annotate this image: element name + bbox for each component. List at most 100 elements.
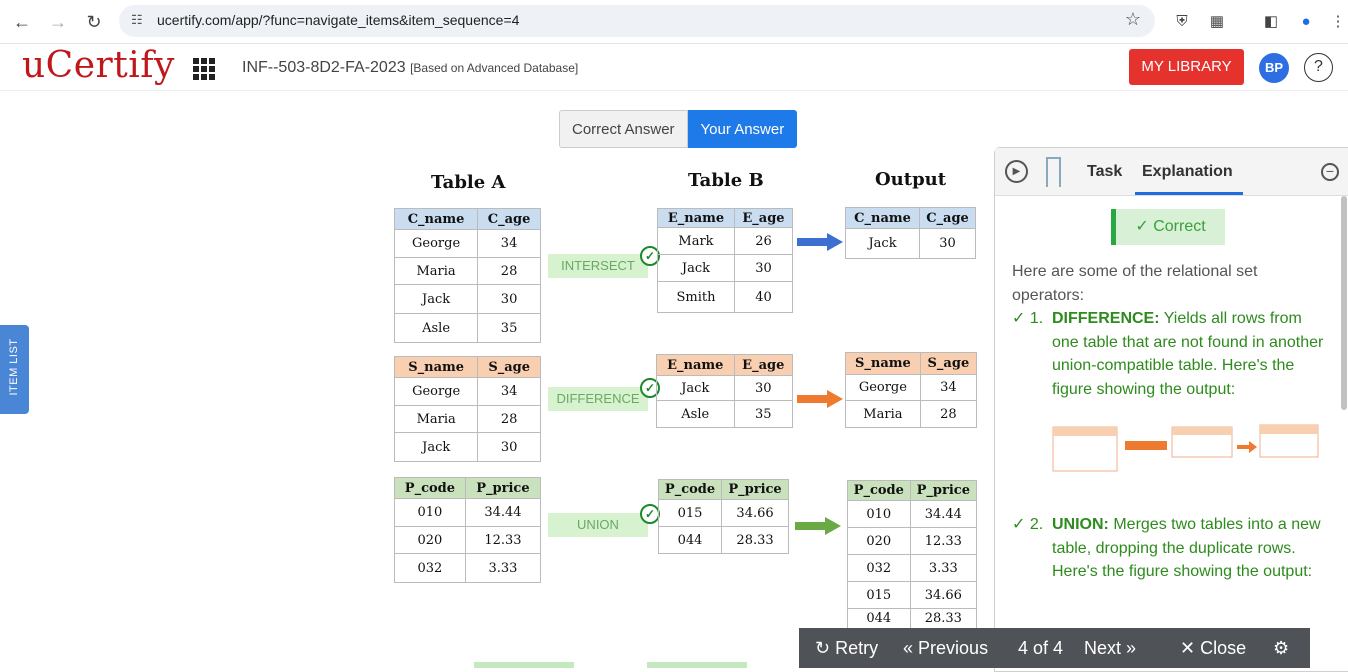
cell: 28.33 [721,526,789,554]
cell: 3.33 [909,554,978,582]
my-library-button[interactable]: MY LIBRARY [1129,49,1244,85]
header-cell: E_name [656,354,735,376]
browser-toolbar: ← → ↻ ☷ ucertify.com/app/?func=navigate_… [0,0,1348,44]
table-a-title: Table A [431,172,506,193]
tab-task[interactable]: Task [1087,163,1122,181]
cell: 26 [733,227,794,255]
header-cell: E_age [733,208,794,228]
cell: Maria [393,405,479,433]
cell: 30 [733,375,794,401]
play-icon[interactable]: ▶ [1005,160,1028,183]
cell: 35 [477,313,541,343]
shield-extension-icon[interactable]: ⛨ [1170,10,1194,34]
header-cell: P_code [847,480,911,501]
arrow-right-icon [795,517,841,535]
header-cell: P_price [909,480,978,501]
difference-table-b: E_name E_age Jack 30 Asle 35 [656,354,794,428]
avatar[interactable]: BP [1259,53,1289,83]
back-icon[interactable]: ← [8,8,36,36]
cell: 28.33 [909,608,978,629]
tab-explanation[interactable]: Explanation [1142,163,1233,181]
close-button[interactable]: ✕ Close [1180,638,1246,659]
next-label: Next [1084,638,1122,658]
cell: Maria [845,400,921,428]
cell: 34.44 [464,498,542,527]
site-settings-icon[interactable]: ☷ [131,12,143,28]
cell: 34 [919,374,978,401]
next-button[interactable]: Next » [1084,638,1136,659]
header-cell: P_code [657,479,723,500]
cell: 34.66 [909,581,978,609]
union-table-b: P_code P_price 015 34.66 044 28.33 [657,479,789,554]
cell: 30 [733,254,794,282]
cell: Mark [657,227,735,255]
header-cell: E_name [657,208,735,228]
header-cell: S_age [477,356,541,378]
cell: 12.33 [464,526,542,554]
extensions-icon[interactable]: ▦ [1205,10,1229,34]
cell: 032 [394,553,466,583]
cell: 12.33 [909,527,978,555]
cell: 30 [477,284,541,314]
bookmark-star-icon[interactable]: ☆ [1125,9,1141,30]
profile-icon[interactable]: ● [1294,10,1318,34]
minimize-icon[interactable]: − [1321,163,1339,181]
panel-scrollbar[interactable] [1341,196,1347,410]
apps-grid-icon[interactable] [193,58,215,80]
cell: 3.33 [464,553,542,583]
intersect-operator[interactable]: INTERSECT [548,254,648,278]
header-cell: C_age [477,208,541,230]
list-item: ✓ 1. DIFFERENCE: Yields all rows from on… [1012,307,1332,401]
explanation-body: Here are some of the relational set oper… [1012,260,1332,584]
header-cell: E_age [733,354,794,376]
cell: 044 [657,526,723,554]
previous-button[interactable]: « Previous [903,638,988,659]
difference-operator[interactable]: DIFFERENCE [548,387,648,411]
bottom-nav-bar: ↻ Retry « Previous 4 of 4 Next » ✕ Close… [799,628,1310,668]
union-table-a: P_code P_price 010 34.44 020 12.33 032 3.33 [394,477,542,583]
close-label: Close [1200,638,1247,658]
output-title: Output [875,169,947,190]
correct-label: Correct [1153,218,1206,235]
cell: Asle [393,313,479,343]
correct-badge: ✓ Correct [1111,209,1225,245]
check-icon: ✓ 1. [1012,310,1044,327]
double-chevron-left-icon: « [903,638,914,658]
ucertify-logo[interactable]: uCertify [22,45,175,86]
retry-icon: ↻ [815,638,831,658]
course-note: [Based on Advanced Database] [410,61,579,75]
forward-icon[interactable]: → [44,8,72,36]
correct-answer-button[interactable]: Correct Answer [559,110,688,148]
cell: 010 [847,500,911,528]
intro-text: Here are some of the relational set oper… [1012,263,1258,304]
your-answer-button[interactable]: Your Answer [687,110,798,148]
cell: 34.44 [909,500,978,528]
union-output: P_code P_price 010 34.44 020 12.33 032 3.33 … [847,480,978,629]
cell: Asle [656,400,735,428]
intersect-output: C_name C_age Jack 30 [844,207,976,259]
cell: Jack [657,254,735,282]
side-panel-icon[interactable]: ◧ [1259,10,1283,34]
retry-button[interactable]: ↻ Retry [815,638,878,659]
cell: 34 [477,229,541,258]
check-icon: ✓ [640,504,660,524]
header-cell: C_age [919,207,976,229]
browser-menu-icon[interactable]: ⋮ [1326,10,1348,34]
cell: 34 [477,377,541,406]
union-operator[interactable]: UNION [548,513,648,537]
cell: 40 [733,281,794,313]
reload-icon[interactable]: ↻ [80,8,108,36]
check-icon: ✓ 2. [1012,516,1044,533]
bookmark-icon[interactable] [1046,157,1061,187]
cell: 28 [477,257,541,285]
settings-gear-icon[interactable]: ⚙ [1273,638,1289,659]
cell: Smith [657,281,735,313]
item-term: DIFFERENCE: [1052,310,1160,327]
item-list-tab[interactable]: ITEM LIST [0,325,29,414]
help-button[interactable]: ? [1304,53,1333,82]
app-header: uCertify INF--503-8D2-FA-2023 [Based on … [0,45,1348,91]
address-bar[interactable]: ☷ ucertify.com/app/?func=navigate_items&… [119,5,1155,37]
header-cell: S_age [919,352,978,375]
item-term: UNION: [1052,516,1109,533]
retry-label: Retry [835,638,879,658]
